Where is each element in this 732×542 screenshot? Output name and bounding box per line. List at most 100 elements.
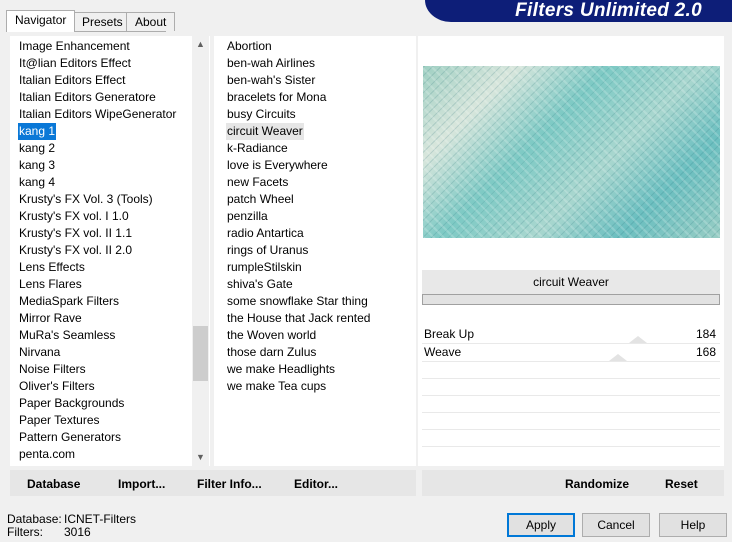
category-row[interactable]: penta.com	[18, 446, 177, 463]
category-item[interactable]: kang 2	[18, 141, 56, 155]
randomize-button[interactable]: Randomize	[565, 470, 629, 496]
category-row[interactable]: Italian Editors WipeGenerator	[18, 106, 177, 123]
scroll-down-icon[interactable]: ▼	[192, 449, 209, 466]
filter-row[interactable]: Abortion	[226, 38, 371, 55]
filter-item[interactable]: k-Radiance	[226, 141, 289, 155]
editor-button[interactable]: Editor...	[294, 470, 338, 496]
category-item[interactable]: Italian Editors WipeGenerator	[18, 107, 177, 121]
category-row[interactable]: kang 3	[18, 157, 177, 174]
filter-item[interactable]: patch Wheel	[226, 192, 295, 206]
category-row[interactable]: Image Enhancement	[18, 38, 177, 55]
filter-item[interactable]: the Woven world	[226, 328, 317, 342]
filter-item[interactable]: shiva's Gate	[226, 277, 294, 291]
filter-row[interactable]: some snowflake Star thing	[226, 293, 371, 310]
filter-item[interactable]: bracelets for Mona	[226, 90, 327, 104]
filter-row[interactable]: ben-wah Airlines	[226, 55, 371, 72]
category-item[interactable]: Krusty's FX Vol. 3 (Tools)	[18, 192, 154, 206]
tab-about[interactable]: About	[126, 12, 176, 31]
filter-row[interactable]: rings of Uranus	[226, 242, 371, 259]
category-row[interactable]: Oliver's Filters	[18, 378, 177, 395]
filter-row[interactable]: k-Radiance	[226, 140, 371, 157]
filter-row[interactable]: we make Headlights	[226, 361, 371, 378]
category-scrollbar[interactable]: ▲ ▼	[192, 36, 209, 466]
param-row-break-up[interactable]: Break Up 184	[422, 326, 720, 343]
category-item[interactable]: Lens Effects	[18, 260, 86, 274]
category-item[interactable]: Pattern Generators	[18, 430, 122, 444]
category-item[interactable]: Krusty's FX vol. I 1.0	[18, 209, 130, 223]
category-item[interactable]: kang 3	[18, 158, 56, 172]
category-row[interactable]: It@lian Editors Effect	[18, 55, 177, 72]
scroll-up-icon[interactable]: ▲	[192, 36, 209, 53]
filter-row[interactable]: bracelets for Mona	[226, 89, 371, 106]
filter-row[interactable]: patch Wheel	[226, 191, 371, 208]
apply-button[interactable]: Apply	[507, 513, 575, 537]
filter-row[interactable]: radio Antartica	[226, 225, 371, 242]
filter-item[interactable]: ben-wah's Sister	[226, 73, 316, 87]
category-item[interactable]: Lens Flares	[18, 277, 83, 291]
filter-row[interactable]: circuit Weaver	[226, 123, 371, 140]
tab-navigator[interactable]: Navigator	[6, 10, 76, 32]
category-item[interactable]: Nirvana	[18, 345, 61, 359]
category-row[interactable]: Krusty's FX Vol. 3 (Tools)	[18, 191, 177, 208]
filter-item[interactable]: radio Antartica	[226, 226, 305, 240]
filter-row[interactable]: penzilla	[226, 208, 371, 225]
category-row[interactable]: Krusty's FX vol. II 1.1	[18, 225, 177, 242]
category-row[interactable]: Paper Textures	[18, 412, 177, 429]
cancel-button[interactable]: Cancel	[582, 513, 650, 537]
category-row[interactable]: Paper Backgrounds	[18, 395, 177, 412]
category-row[interactable]: kang 1	[18, 123, 177, 140]
filter-item[interactable]: new Facets	[226, 175, 289, 189]
filter-row[interactable]: we make Tea cups	[226, 378, 371, 395]
category-row[interactable]: Italian Editors Generatore	[18, 89, 177, 106]
category-row[interactable]: Italian Editors Effect	[18, 72, 177, 89]
scrollbar-thumb[interactable]	[193, 326, 208, 381]
category-item[interactable]: Italian Editors Generatore	[18, 90, 157, 104]
filter-item[interactable]: we make Headlights	[226, 362, 336, 376]
category-row[interactable]: kang 2	[18, 140, 177, 157]
filter-row[interactable]: new Facets	[226, 174, 371, 191]
filter-row[interactable]: the Woven world	[226, 327, 371, 344]
category-item[interactable]: Mirror Rave	[18, 311, 83, 325]
import-button[interactable]: Import...	[118, 470, 165, 496]
tab-presets[interactable]: Presets	[73, 12, 132, 31]
filter-item[interactable]: Abortion	[226, 39, 273, 53]
category-row[interactable]: Mirror Rave	[18, 310, 177, 327]
filter-item[interactable]: love is Everywhere	[226, 158, 329, 172]
param-row-weave[interactable]: Weave 168	[422, 344, 720, 361]
filter-item[interactable]: those darn Zulus	[226, 345, 317, 359]
filter-row[interactable]: busy Circuits	[226, 106, 371, 123]
category-item[interactable]: Paper Textures	[18, 413, 101, 427]
filter-row[interactable]: love is Everywhere	[226, 157, 371, 174]
filter-item[interactable]: busy Circuits	[226, 107, 297, 121]
reset-button[interactable]: Reset	[665, 470, 698, 496]
category-row[interactable]: Lens Flares	[18, 276, 177, 293]
filter-item[interactable]: circuit Weaver	[226, 123, 304, 140]
help-button[interactable]: Help	[659, 513, 727, 537]
database-button[interactable]: Database	[27, 470, 80, 496]
category-row[interactable]: Krusty's FX vol. I 1.0	[18, 208, 177, 225]
category-row[interactable]: MediaSpark Filters	[18, 293, 177, 310]
category-row[interactable]: Krusty's FX vol. II 2.0	[18, 242, 177, 259]
category-item[interactable]: Image Enhancement	[18, 39, 131, 53]
filter-item[interactable]: the House that Jack rented	[226, 311, 371, 325]
filter-row[interactable]: the House that Jack rented	[226, 310, 371, 327]
filter-info-button[interactable]: Filter Info...	[197, 470, 262, 496]
category-item[interactable]: Krusty's FX vol. II 1.1	[18, 226, 133, 240]
filter-row[interactable]: rumpleStilskin	[226, 259, 371, 276]
category-row[interactable]: Nirvana	[18, 344, 177, 361]
category-row[interactable]: Lens Effects	[18, 259, 177, 276]
category-item[interactable]: MuRa's Seamless	[18, 328, 116, 342]
filter-item[interactable]: ben-wah Airlines	[226, 56, 316, 70]
filter-row[interactable]: ben-wah's Sister	[226, 72, 371, 89]
filter-item[interactable]: rings of Uranus	[226, 243, 309, 257]
category-row[interactable]: MuRa's Seamless	[18, 327, 177, 344]
category-item[interactable]: Krusty's FX vol. II 2.0	[18, 243, 133, 257]
filter-item[interactable]: rumpleStilskin	[226, 260, 303, 274]
filter-item[interactable]: penzilla	[226, 209, 269, 223]
filter-row[interactable]: shiva's Gate	[226, 276, 371, 293]
category-row[interactable]: Pattern Generators	[18, 429, 177, 446]
category-row[interactable]: kang 4	[18, 174, 177, 191]
category-item[interactable]: Paper Backgrounds	[18, 396, 125, 410]
filter-row[interactable]: those darn Zulus	[226, 344, 371, 361]
category-item[interactable]: kang 4	[18, 175, 56, 189]
